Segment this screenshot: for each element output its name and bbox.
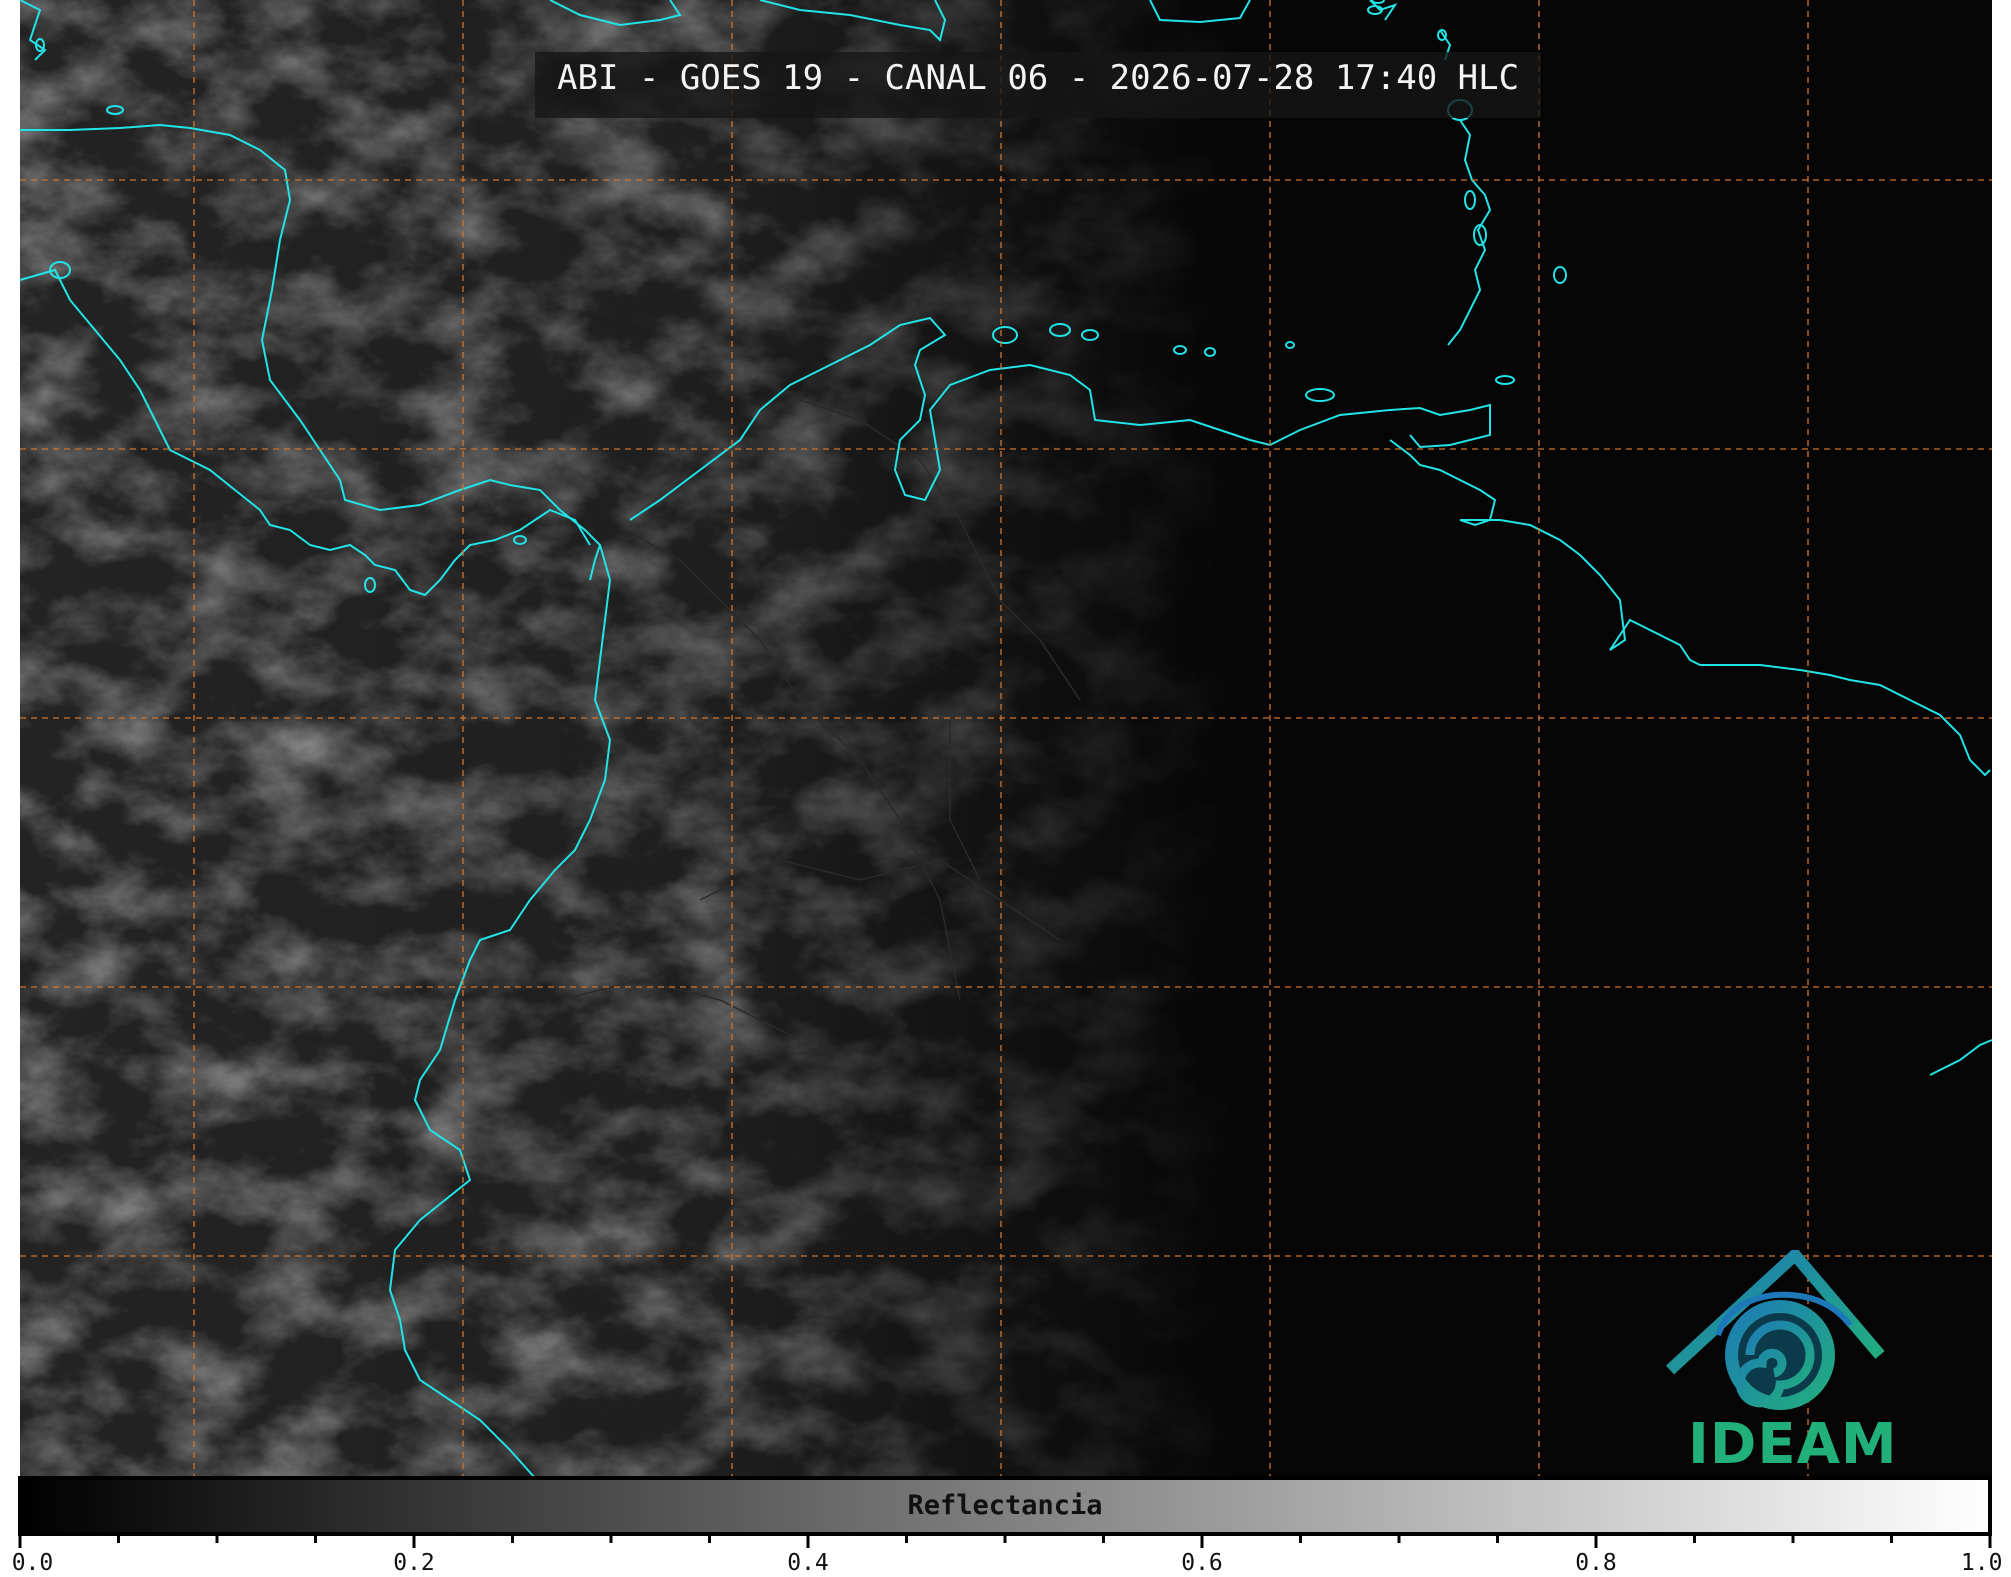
colorbar-tick-label: 1.0 xyxy=(1960,1550,2003,1576)
colorbar-tick-label: 0.2 xyxy=(393,1550,435,1576)
colorbar-gradient xyxy=(18,1476,1992,1536)
colorbar-tick-label: 0.4 xyxy=(787,1550,829,1576)
colorbar-tick-label: 0.6 xyxy=(1181,1550,1223,1576)
colorbar-tick-label: 0.8 xyxy=(1575,1550,1617,1576)
logo-text: IDEAM xyxy=(1688,1412,1898,1477)
map-title: ABI - GOES 19 - CANAL 06 - 2026-07-28 17… xyxy=(535,52,1542,118)
colorbar-ticks xyxy=(18,1534,1992,1548)
colorbar-tick-label: 0.0 xyxy=(11,1550,54,1576)
